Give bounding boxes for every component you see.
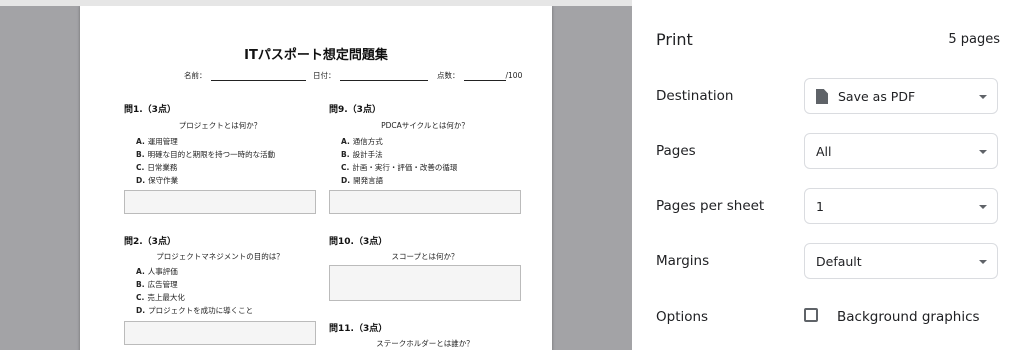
options-label: Options xyxy=(656,309,709,325)
question-1-text: プロジェクトとは何か？ xyxy=(178,121,262,130)
question-1-options: A. 運用管理 B. 明確な目的と期限を持つ一時的な活動 C. 日常業務 D. 保守作業 xyxy=(136,135,275,187)
pdf-file-icon xyxy=(816,89,828,104)
print-preview-area[interactable]: ITパスポート想定問題集 名前： 日付： 点数：/100 問1.（3点） プロジ… xyxy=(0,6,632,350)
score-line xyxy=(463,72,506,81)
dropdown-arrow-icon xyxy=(979,260,987,264)
print-settings-panel: Print 5 pages Destination Save as PDF Pa… xyxy=(632,0,1024,350)
question-10-text: スコープとは何か？ xyxy=(391,252,459,261)
print-title: Print xyxy=(656,30,693,49)
option: C. 計画・実行・評価・改善の循環 xyxy=(341,163,458,172)
pages-per-sheet-label: Pages per sheet xyxy=(656,198,765,214)
answer-box xyxy=(329,265,521,301)
destination-label: Destination xyxy=(656,88,734,104)
background-graphics-checkbox[interactable] xyxy=(804,308,818,322)
name-line xyxy=(210,72,306,81)
pages-per-sheet-select[interactable]: 1 xyxy=(804,188,998,224)
destination-value: Save as PDF xyxy=(838,89,916,104)
date-line xyxy=(339,72,428,81)
option: B. 設計手法 xyxy=(341,150,383,159)
question-9-text: PDCAサイクルとは何か？ xyxy=(381,121,469,130)
question-2-options: A. 人事評価 B. 広告管理 C. 売上最大化 D. プロジェクトを成功に導くこと xyxy=(136,265,253,317)
destination-select[interactable]: Save as PDF xyxy=(804,78,998,114)
question-9-options: A. 通信方式 B. 設計手法 C. 計画・実行・評価・改善の循環 D. 開発言語 xyxy=(341,135,457,187)
option: A. 人事評価 xyxy=(136,267,178,276)
pages-value: All xyxy=(816,144,832,159)
pages-select[interactable]: All xyxy=(804,133,998,169)
question-2-text: プロジェクトマネジメントの目的は？ xyxy=(156,252,284,261)
margins-label: Margins xyxy=(656,253,710,269)
pages-per-sheet-value: 1 xyxy=(816,199,824,214)
question-2-title: 問2.（3点） xyxy=(124,237,176,247)
name-field: 名前： xyxy=(184,70,306,81)
dropdown-arrow-icon xyxy=(979,95,987,99)
preview-page: ITパスポート想定問題集 名前： 日付： 点数：/100 問1.（3点） プロジ… xyxy=(80,6,552,350)
date-field: 日付： xyxy=(313,70,428,81)
margins-select[interactable]: Default xyxy=(804,243,998,279)
question-11-text: ステークホルダーとは誰か？ xyxy=(376,339,474,348)
pages-label: Pages xyxy=(656,143,696,159)
dropdown-arrow-icon xyxy=(979,205,987,209)
score-field: 点数：/100 xyxy=(437,71,523,81)
option: A. 運用管理 xyxy=(136,137,178,146)
question-9-title: 問9.（3点） xyxy=(329,105,381,115)
question-10-title: 問10.（3点） xyxy=(329,237,388,247)
option: D. プロジェクトを成功に導くこと xyxy=(136,306,254,315)
background-graphics-label[interactable]: Background graphics xyxy=(837,309,980,325)
option: D. 開発言語 xyxy=(341,176,384,185)
option: B. 広告管理 xyxy=(136,280,178,289)
option: D. 保守作業 xyxy=(136,176,179,185)
document-title: ITパスポート想定問題集 xyxy=(244,48,388,63)
question-1-title: 問1.（3点） xyxy=(124,105,176,115)
option: B. 明確な目的と期限を持つ一時的な活動 xyxy=(136,150,276,159)
option: C. 日常業務 xyxy=(136,163,178,172)
question-11-title: 問11.（3点） xyxy=(329,324,388,334)
margins-value: Default xyxy=(816,254,862,269)
option: C. 売上最大化 xyxy=(136,293,185,302)
answer-box xyxy=(329,190,521,214)
dropdown-arrow-icon xyxy=(979,150,987,154)
answer-box xyxy=(124,321,316,345)
option: A. 通信方式 xyxy=(341,137,383,146)
page-count: 5 pages xyxy=(948,32,1000,47)
answer-box xyxy=(124,190,316,214)
